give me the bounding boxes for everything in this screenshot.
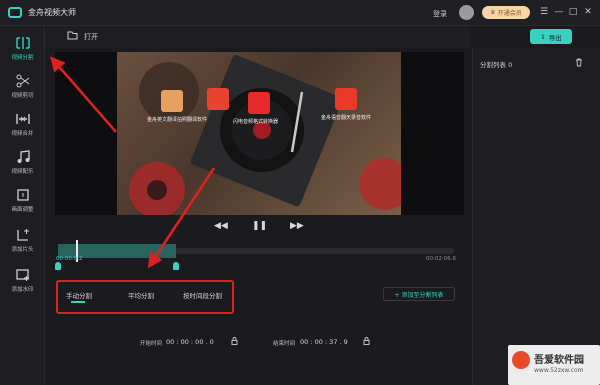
lock-icon[interactable] — [363, 337, 370, 345]
active-tab-indicator — [71, 301, 85, 303]
lock-icon[interactable] — [231, 337, 238, 345]
start-time-input[interactable]: 00 : 00 : 00 . 0 — [166, 338, 214, 346]
split-list-panel — [472, 48, 600, 385]
watermark-text: 吾爱软件园 — [534, 355, 584, 366]
site-watermark: 吾爱软件园 www.52zxw.com — [508, 345, 600, 385]
watermark-url: www.52zxw.com — [534, 367, 584, 374]
tab-manual-split[interactable]: 手动分割 — [66, 290, 92, 300]
add-to-list-button[interactable]: + 添加至分割列表 — [383, 287, 455, 301]
start-time-label: 开始时间 — [140, 341, 163, 347]
tab-time-split[interactable]: 按时间段分割 — [183, 290, 222, 300]
end-time-input[interactable]: 00 : 00 : 37 . 9 — [300, 338, 348, 346]
split-list-title: 分割列表 0 — [480, 61, 513, 69]
end-time-label: 结束时间 — [273, 341, 296, 347]
tab-average-split[interactable]: 平均分割 — [128, 290, 154, 300]
watermark-logo-icon — [512, 351, 530, 369]
trash-icon[interactable] — [575, 58, 583, 67]
